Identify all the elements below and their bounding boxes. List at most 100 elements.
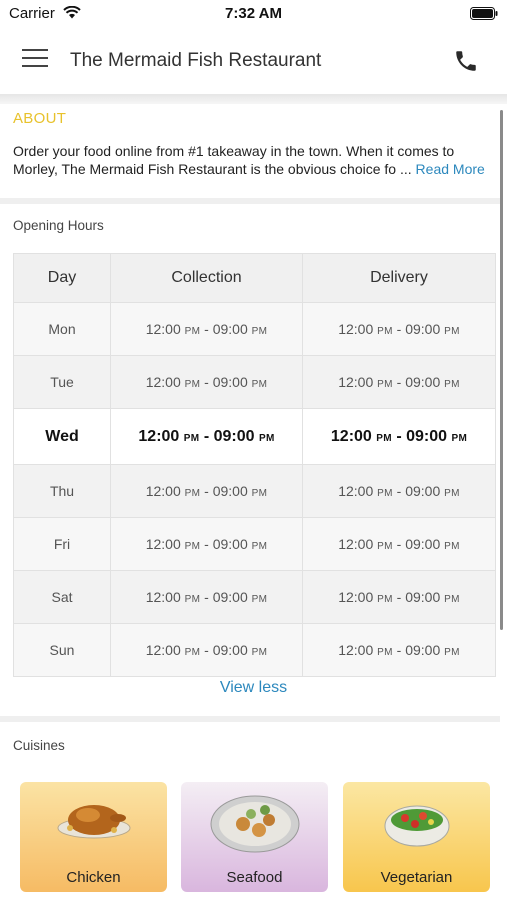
time-end-ampm: PM [251, 488, 268, 499]
collection-time-cell: 12:00 PM - 09:00 PM [110, 464, 303, 518]
time-end-ampm: PM [258, 432, 275, 444]
time-end-ampm: PM [444, 379, 460, 390]
cuisines-title: Cuisines [13, 738, 65, 753]
table-row: Tue 12:00 PM - 09:00 PM 12:00 PM - 09:00 P… [13, 355, 496, 409]
scrollbar[interactable] [500, 110, 503, 630]
time-start: 12:00 [145, 536, 181, 552]
collection-time-cell: 12:00 PM - 09:00 PM [110, 355, 303, 409]
time-end: 09:00 [405, 321, 441, 337]
time-start-ampm: PM [184, 488, 201, 499]
time-end-ampm: PM [251, 379, 268, 390]
table-row: Fri 12:00 PM - 09:00 PM 12:00 PM - 09:00 P… [13, 517, 496, 571]
page-title: The Mermaid Fish Restaurant [70, 50, 322, 71]
time-start-ampm: PM [377, 326, 393, 337]
view-less-button[interactable]: View less [0, 679, 507, 697]
about-description: Order your food online from #1 takeaway … [13, 143, 455, 177]
column-header-day: Day [13, 253, 111, 303]
hamburger-menu-icon[interactable] [22, 49, 48, 73]
time-start-ampm: PM [376, 432, 392, 444]
time-start: 12:00 [145, 374, 181, 390]
time-end-ampm: PM [444, 594, 460, 605]
cuisine-label: Chicken [66, 869, 121, 886]
table-row: Mon 12:00 PM - 09:00 PM 12:00 PM - 09:00 P… [13, 302, 496, 356]
time-start: 12:00 [338, 642, 374, 658]
time-start-ampm: PM [184, 647, 201, 658]
column-header-delivery: Delivery [302, 253, 496, 303]
table-row: Sat 12:00 PM - 09:00 PM 12:00 PM - 09:00 P… [13, 570, 496, 624]
cuisine-card-vegetarian[interactable]: Vegetarian [343, 782, 490, 892]
opening-hours-title: Opening Hours [13, 218, 104, 233]
table-row: Wed 12:00 PM - 09:00 PM 12:00 PM - 09:00 P… [13, 408, 496, 465]
section-divider [0, 716, 500, 722]
time-end-ampm: PM [251, 647, 268, 658]
time-end: 09:00 [212, 589, 248, 605]
day-cell: Sat [13, 570, 111, 624]
day-cell: Sun [13, 623, 111, 677]
time-end-ampm: PM [444, 647, 460, 658]
cuisine-label: Vegetarian [380, 869, 453, 886]
delivery-time-cell: 12:00 PM - 09:00 PM [302, 517, 496, 571]
time-end-ampm: PM [251, 594, 268, 605]
time-end: 09:00 [212, 483, 248, 499]
delivery-time-cell: 12:00 PM - 09:00 PM [302, 570, 496, 624]
delivery-time-cell: 12:00 PM - 09:00 PM [302, 302, 496, 356]
time-end-ampm: PM [251, 541, 268, 552]
time-end: 09:00 [212, 321, 248, 337]
time-start-ampm: PM [377, 379, 393, 390]
time-start: 12:00 [330, 427, 372, 445]
time-start: 12:00 [145, 321, 181, 337]
time-start-ampm: PM [377, 488, 393, 499]
day-cell: Mon [13, 302, 111, 356]
about-title: ABOUT [13, 110, 67, 127]
time-start-ampm: PM [377, 541, 393, 552]
collection-time-cell: 12:00 PM - 09:00 PM [110, 517, 303, 571]
about-section: ABOUT Order your food online from #1 tak… [0, 104, 500, 198]
about-text: Order your food online from #1 takeaway … [13, 142, 499, 178]
time-start-ampm: PM [184, 594, 201, 605]
delivery-time-cell: 12:00 PM - 09:00 PM [302, 464, 496, 518]
delivery-time-cell: 12:00 PM - 09:00 PM [302, 623, 496, 677]
time-end: 09:00 [405, 536, 441, 552]
day-cell: Thu [13, 464, 111, 518]
time-end-ampm: PM [444, 488, 460, 499]
time-start-ampm: PM [184, 541, 201, 552]
time-start-ampm: PM [377, 594, 393, 605]
day-cell: Wed [13, 408, 111, 465]
time-end: 09:00 [212, 642, 248, 658]
status-time: 7:32 AM [225, 5, 282, 22]
table-row: Thu 12:00 PM - 09:00 PM 12:00 PM - 09:00 P… [13, 464, 496, 518]
read-more-link[interactable]: Read More [416, 161, 485, 177]
time-start: 12:00 [338, 483, 374, 499]
cuisine-card-seafood[interactable]: Seafood [181, 782, 328, 892]
time-end: 09:00 [405, 589, 441, 605]
time-end-ampm: PM [444, 541, 460, 552]
time-start: 12:00 [338, 589, 374, 605]
collection-time-cell: 12:00 PM - 09:00 PM [110, 570, 303, 624]
table-row: Sun 12:00 PM - 09:00 PM 12:00 PM - 09:00 P… [13, 623, 496, 677]
time-end-ampm: PM [251, 326, 268, 337]
column-header-collection: Collection [110, 253, 303, 303]
status-bar: Carrier 7:32 AM [0, 0, 507, 30]
app-header: The Mermaid Fish Restaurant [0, 30, 507, 94]
time-start-ampm: PM [377, 647, 393, 658]
time-start: 12:00 [338, 321, 374, 337]
day-cell: Fri [13, 517, 111, 571]
time-end-ampm: PM [451, 432, 468, 444]
collection-time-cell: 12:00 PM - 09:00 PM [110, 623, 303, 677]
time-start-ampm: PM [184, 326, 201, 337]
opening-hours-table: Day Collection Delivery Mon 12:00 PM - 09… [13, 253, 496, 677]
time-end: 09:00 [405, 374, 441, 390]
delivery-time-cell: 12:00 PM - 09:00 PM [302, 408, 496, 465]
time-end: 09:00 [212, 536, 248, 552]
time-end: 09:00 [213, 427, 255, 445]
phone-icon[interactable] [453, 48, 479, 74]
time-end: 09:00 [212, 374, 248, 390]
cuisine-card-chicken[interactable]: Chicken [20, 782, 167, 892]
time-start: 12:00 [338, 536, 374, 552]
time-end: 09:00 [406, 427, 448, 445]
table-header-row: Day Collection Delivery [13, 253, 496, 303]
time-end: 09:00 [405, 642, 441, 658]
time-start-ampm: PM [183, 432, 200, 444]
delivery-time-cell: 12:00 PM - 09:00 PM [302, 355, 496, 409]
time-start: 12:00 [145, 642, 181, 658]
